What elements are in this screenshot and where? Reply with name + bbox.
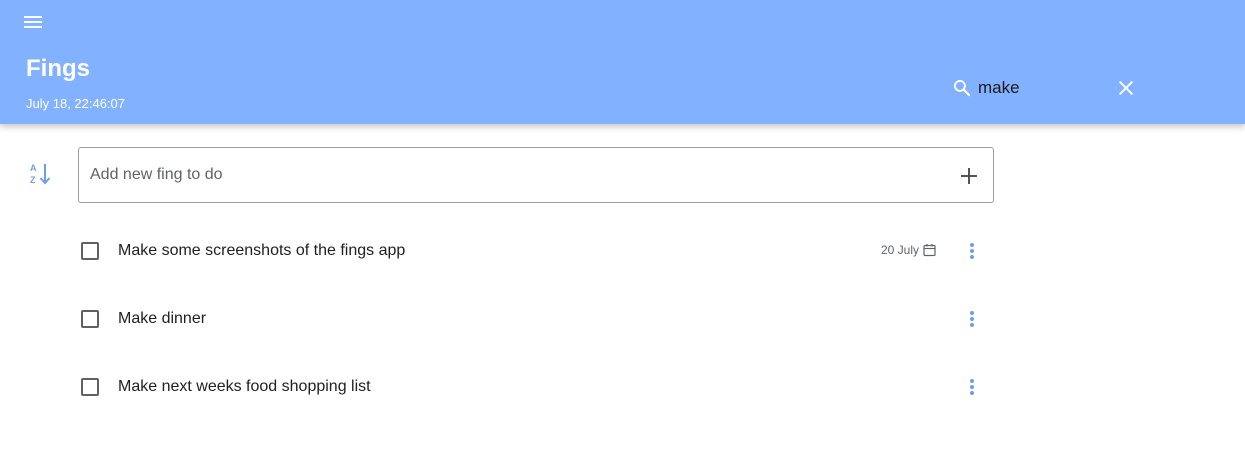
current-timestamp: July 18, 22:46:07 — [26, 96, 126, 111]
todo-item: Make dinner — [78, 284, 994, 352]
sort-alpha-icon[interactable]: A Z — [28, 160, 54, 188]
add-todo-input[interactable] — [90, 164, 930, 186]
todo-text[interactable]: Make next weeks food shopping list — [118, 377, 371, 397]
more-vert-icon[interactable] — [964, 376, 980, 398]
todo-item: Make next weeks food shopping list — [78, 352, 994, 420]
search-input[interactable] — [978, 76, 1098, 100]
app-title: Fings — [26, 55, 90, 82]
search-icon — [954, 80, 971, 97]
todo-checkbox[interactable] — [81, 378, 99, 396]
todo-item: Make some screenshots of the fings app 2… — [78, 216, 994, 284]
more-vert-icon[interactable] — [964, 240, 980, 262]
due-date[interactable]: 20 July — [881, 242, 936, 258]
calendar-icon — [923, 244, 936, 257]
todo-checkbox[interactable] — [81, 310, 99, 328]
menu-icon[interactable] — [22, 12, 46, 34]
more-vert-icon[interactable] — [964, 308, 980, 330]
plus-icon[interactable] — [959, 166, 979, 186]
app-bar: Fings July 18, 22:46:07 — [0, 0, 1245, 124]
svg-text:A: A — [30, 163, 37, 173]
close-icon[interactable] — [1115, 77, 1137, 99]
todo-text[interactable]: Make some screenshots of the fings app — [118, 241, 405, 261]
todo-checkbox[interactable] — [81, 242, 99, 260]
due-date-label: 20 July — [880, 243, 919, 257]
todo-text[interactable]: Make dinner — [118, 309, 206, 329]
svg-text:Z: Z — [30, 175, 36, 185]
add-todo-field — [78, 147, 994, 203]
